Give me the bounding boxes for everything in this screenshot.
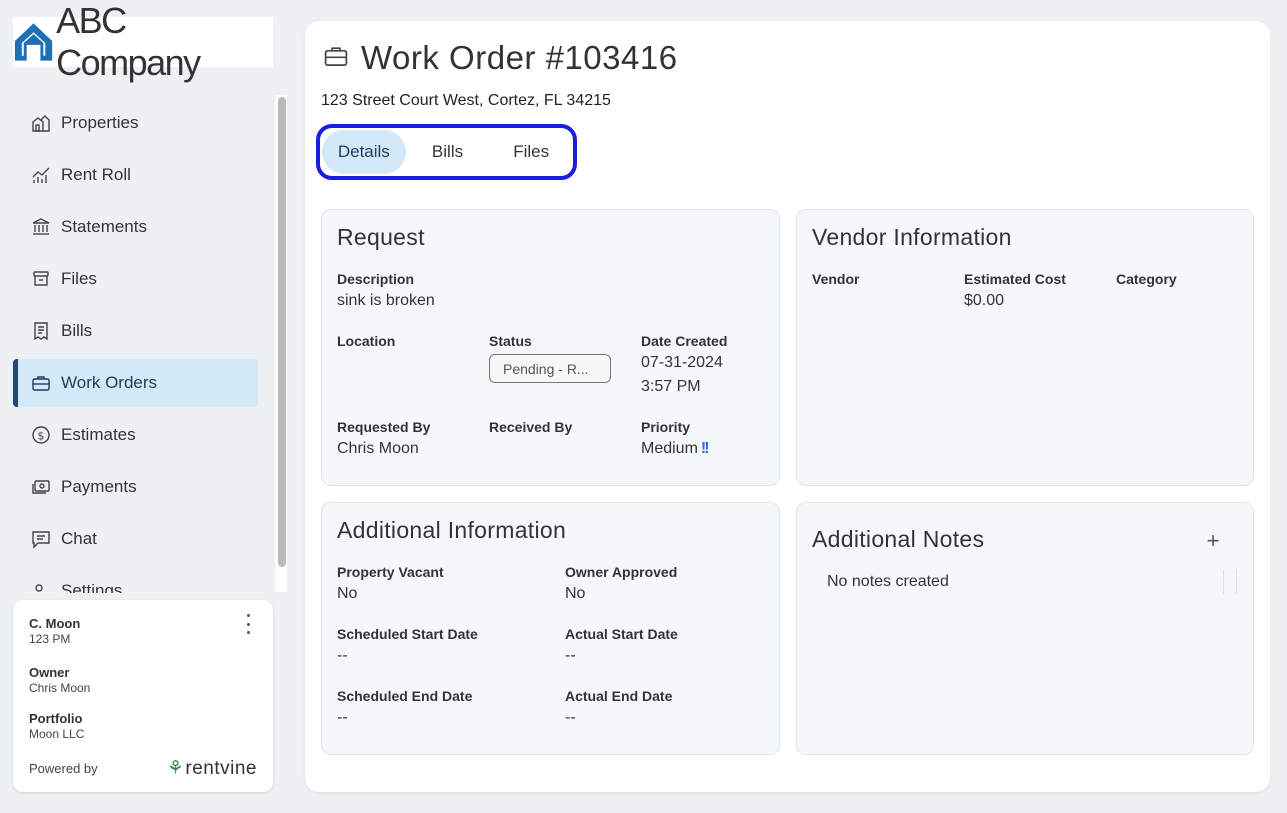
- plus-icon: +: [1206, 528, 1220, 553]
- scheduled-start-field: Scheduled Start Date --: [337, 626, 478, 664]
- toolbox-icon: [323, 43, 349, 74]
- scheduled-end-field: Scheduled End Date --: [337, 688, 473, 726]
- add-note-button[interactable]: +: [1203, 528, 1223, 553]
- sidebar-item-estimates[interactable]: $ Estimates: [13, 411, 258, 459]
- portfolio-label: Portfolio: [29, 711, 83, 726]
- date-created-field: Date Created 07-31-2024 3:57 PM: [641, 333, 727, 399]
- cash-icon: [31, 477, 51, 497]
- actual-start-field: Actual Start Date --: [565, 626, 678, 664]
- owner-info: Owner Chris Moon: [29, 665, 90, 695]
- kebab-dot-icon: [246, 631, 250, 634]
- status-field: Status Pending - R...: [489, 333, 611, 383]
- sidebar-item-work-orders[interactable]: Work Orders: [13, 359, 258, 407]
- tab-bills[interactable]: Bills: [406, 130, 490, 174]
- portfolio-info: Portfolio Moon LLC: [29, 711, 84, 741]
- requested-by-value: Chris Moon: [337, 440, 419, 457]
- actual-end-field: Actual End Date --: [565, 688, 673, 726]
- priority-field: Priority Medium!!: [641, 419, 710, 457]
- date-created-date: 07-31-2024: [641, 354, 723, 371]
- sidebar-nav: Properties Rent Roll Statements Files Bi…: [13, 97, 258, 593]
- sidebar-scrollbar-thumb[interactable]: [278, 97, 286, 567]
- kebab-dot-icon: [246, 622, 250, 626]
- sidebar-item-rent-roll[interactable]: Rent Roll: [13, 151, 258, 199]
- receipt-icon: [31, 321, 51, 341]
- sidebar-item-properties[interactable]: Properties: [13, 99, 258, 147]
- logo-text: ABC Company: [56, 0, 201, 83]
- description-value: sink is broken: [337, 292, 435, 309]
- sidebar-item-chat[interactable]: Chat: [13, 515, 258, 563]
- powered-by-label: Powered by: [29, 761, 98, 776]
- user-name: C. Moon: [29, 616, 81, 631]
- additional-notes-card: Additional Notes + No notes created: [796, 502, 1254, 755]
- leaf-icon: ⚘: [166, 758, 185, 779]
- tab-files[interactable]: Files: [489, 130, 573, 174]
- notes-empty-state: No notes created: [827, 573, 949, 590]
- estimated-cost-value: $0.00: [964, 292, 1005, 309]
- owner-label: Owner: [29, 665, 70, 680]
- user-unit: 123 PM: [29, 632, 71, 646]
- owner-approved-field: Owner Approved No: [565, 564, 678, 602]
- dollar-circle-icon: $: [31, 425, 51, 445]
- priority-medium-icon: !!: [700, 440, 710, 457]
- priority-value: Medium: [641, 440, 698, 457]
- request-card: Request Description sink is broken Locat…: [321, 209, 780, 486]
- house-logo-icon: [14, 23, 53, 61]
- sidebar-item-files[interactable]: Files: [13, 255, 258, 303]
- user-menu-button[interactable]: [243, 614, 253, 634]
- work-order-panel: Work Order #103416 123 Street Court West…: [305, 21, 1270, 792]
- additional-info-card: Additional Information Property Vacant N…: [321, 502, 780, 755]
- sidebar-item-bills[interactable]: Bills: [13, 307, 258, 355]
- toolbox-icon: [31, 373, 51, 393]
- portfolio-value: Moon LLC: [29, 727, 85, 741]
- bank-icon: [31, 217, 51, 237]
- rentvine-logo: ⚘ rentvine: [166, 757, 257, 780]
- vendor-title: Vendor Information: [812, 224, 1012, 250]
- user-identity: C. Moon 123 PM: [29, 616, 80, 646]
- date-created-time: 3:57 PM: [641, 378, 701, 395]
- vendor-field: Vendor: [812, 271, 860, 287]
- category-field: Category: [1116, 271, 1177, 287]
- property-vacant-field: Property Vacant No: [337, 564, 444, 602]
- chat-icon: [31, 529, 51, 549]
- tab-bar: Details Bills Files: [316, 124, 577, 180]
- page-title: Work Order #103416: [361, 39, 678, 76]
- kebab-dot-icon: [246, 614, 250, 617]
- requested-by-field: Requested By Chris Moon: [337, 419, 430, 461]
- tab-details[interactable]: Details: [322, 130, 406, 174]
- vendor-card: Vendor Information Vendor Estimated Cost…: [796, 209, 1254, 486]
- additional-info-title: Additional Information: [337, 517, 567, 543]
- building-icon: [31, 113, 51, 133]
- location-field: Location: [337, 333, 396, 349]
- received-by-field: Received By: [489, 419, 573, 435]
- description-field: Description sink is broken: [337, 271, 435, 313]
- owner-value: Chris Moon: [29, 681, 91, 695]
- additional-notes-title: Additional Notes: [812, 526, 985, 552]
- company-logo: ABC Company: [13, 0, 273, 83]
- status-badge[interactable]: Pending - R...: [489, 354, 611, 383]
- svg-text:$: $: [38, 430, 45, 443]
- settings-icon: [31, 581, 51, 593]
- sidebar-item-statements[interactable]: Statements: [13, 203, 258, 251]
- property-address: 123 Street Court West, Cortez, FL 34215: [321, 92, 611, 109]
- sidebar-item-payments[interactable]: Payments: [13, 463, 258, 511]
- page-header: Work Order #103416: [323, 39, 678, 77]
- user-card: C. Moon 123 PM Owner Chris Moon Portfoli…: [13, 600, 273, 792]
- sidebar-item-settings[interactable]: Settings: [13, 567, 258, 593]
- archive-icon: [31, 269, 51, 289]
- chart-icon: [31, 165, 51, 185]
- notes-scrollbar[interactable]: [1223, 570, 1237, 594]
- estimated-cost-field: Estimated Cost $0.00: [964, 271, 1066, 313]
- request-title: Request: [337, 224, 425, 250]
